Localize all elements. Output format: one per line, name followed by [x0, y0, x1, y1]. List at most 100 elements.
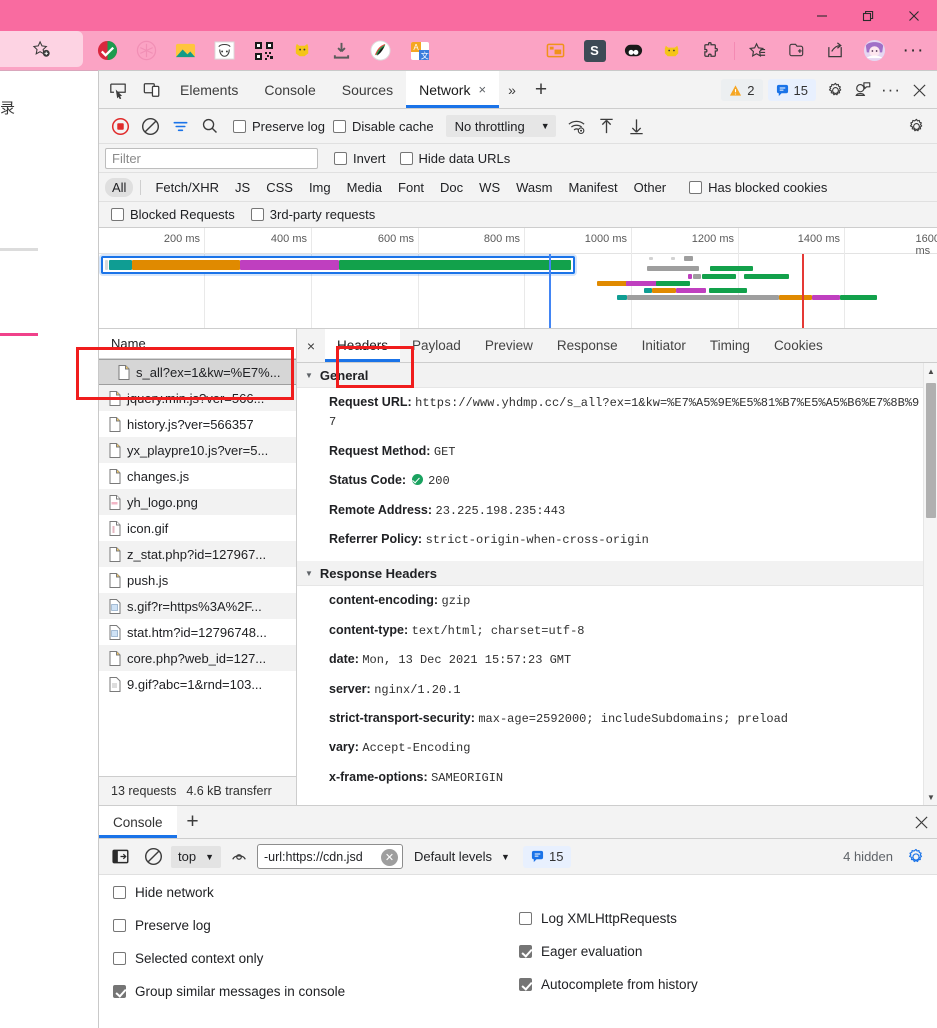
- network-conditions-wifi-icon[interactable]: [562, 112, 592, 140]
- log-levels-dropdown[interactable]: Default levels ▼: [414, 849, 510, 864]
- close-button[interactable]: [891, 0, 937, 31]
- log-xmlhttprequests-checkbox[interactable]: Log XMLHttpRequests: [519, 911, 698, 926]
- response-headers-section-header[interactable]: ▼ Response Headers: [297, 561, 923, 587]
- scrollbar-thumb[interactable]: [926, 383, 936, 518]
- translate-icon[interactable]: A文: [400, 31, 439, 70]
- type-filter-ws[interactable]: WS: [472, 178, 507, 197]
- type-filter-doc[interactable]: Doc: [433, 178, 470, 197]
- restore-button[interactable]: [845, 0, 891, 31]
- invert-checkbox[interactable]: Invert: [334, 151, 386, 166]
- more-options-icon[interactable]: ···: [877, 76, 905, 104]
- minimize-button[interactable]: [799, 0, 845, 31]
- tab-network[interactable]: Network ×: [406, 71, 500, 108]
- close-tab-icon[interactable]: ×: [478, 82, 486, 97]
- flower-circle-icon[interactable]: [127, 31, 166, 70]
- live-expression-eye-icon[interactable]: [224, 843, 254, 871]
- table-row[interactable]: 9.gif?abc=1&rnd=103...: [99, 671, 296, 697]
- qr-code-icon[interactable]: [244, 31, 283, 70]
- settings-gear-icon[interactable]: [821, 76, 849, 104]
- table-row[interactable]: stat.htm?id=12796748...: [99, 619, 296, 645]
- type-filter-other[interactable]: Other: [627, 178, 674, 197]
- type-filter-font[interactable]: Font: [391, 178, 431, 197]
- share-icon[interactable]: [816, 31, 855, 70]
- filter-input[interactable]: Filter: [105, 147, 318, 169]
- preserve-log-checkbox[interactable]: Preserve log: [233, 119, 325, 134]
- group-similar-messages-checkbox[interactable]: Group similar messages in console: [113, 984, 519, 999]
- record-stop-icon[interactable]: [105, 112, 135, 140]
- blocked-requests-checkbox[interactable]: Blocked Requests: [111, 207, 235, 222]
- export-har-arrow-down-icon[interactable]: [622, 112, 652, 140]
- collections-icon[interactable]: [777, 31, 816, 70]
- table-row[interactable]: core.php?web_id=127...: [99, 645, 296, 671]
- disable-cache-checkbox[interactable]: Disable cache: [332, 119, 434, 134]
- table-row[interactable]: s.gif?r=https%3A%2F...: [99, 593, 296, 619]
- message-badge[interactable]: 15: [767, 79, 816, 101]
- tab-elements[interactable]: Elements: [167, 71, 251, 108]
- table-row[interactable]: push.js: [99, 567, 296, 593]
- type-filter-js[interactable]: JS: [228, 178, 257, 197]
- customize-devtools-icon[interactable]: [849, 76, 877, 104]
- profile-avatar[interactable]: [855, 31, 894, 70]
- general-section-header[interactable]: ▼ General: [297, 363, 923, 388]
- search-icon[interactable]: [195, 112, 225, 140]
- preserve-log-checkbox[interactable]: Preserve log: [113, 918, 519, 933]
- throttling-dropdown[interactable]: No throttling ▼: [445, 115, 556, 137]
- import-har-arrow-up-icon[interactable]: [592, 112, 622, 140]
- tab-timing[interactable]: Timing: [698, 329, 762, 362]
- network-overview-timeline[interactable]: 200 ms 400 ms 600 ms 800 ms 1000 ms 1200…: [99, 228, 937, 329]
- tab-sources[interactable]: Sources: [329, 71, 406, 108]
- type-filter-media[interactable]: Media: [340, 178, 389, 197]
- clear-input-icon[interactable]: ✕: [381, 849, 398, 866]
- close-detail-icon[interactable]: ×: [297, 329, 325, 363]
- clear-circle-slash-icon[interactable]: [135, 112, 165, 140]
- settings-gear-icon[interactable]: [901, 112, 931, 140]
- close-drawer-icon[interactable]: [914, 806, 929, 839]
- table-row[interactable]: yh_logo.png: [99, 489, 296, 515]
- console-sidebar-icon[interactable]: [105, 843, 135, 871]
- tab-preview[interactable]: Preview: [473, 329, 545, 362]
- tab-payload[interactable]: Payload: [400, 329, 473, 362]
- cat2-icon[interactable]: [653, 31, 692, 70]
- plus-icon[interactable]: +: [177, 806, 209, 838]
- tab-headers[interactable]: Headers: [325, 329, 401, 362]
- hide-network-checkbox[interactable]: Hide network: [113, 885, 519, 900]
- eager-evaluation-checkbox[interactable]: Eager evaluation: [519, 944, 698, 959]
- tab-console[interactable]: Console: [251, 71, 328, 108]
- console-filter-input[interactable]: -url:https://cdn.jsd ✕: [257, 844, 403, 869]
- type-filter-fetch-xhr[interactable]: Fetch/XHR: [148, 178, 226, 197]
- execution-context-dropdown[interactable]: top ▼: [171, 845, 221, 868]
- add-favorite-button[interactable]: [0, 31, 83, 67]
- chevron-double-right-icon[interactable]: »: [499, 74, 525, 106]
- has-blocked-cookies-checkbox[interactable]: Has blocked cookies: [689, 180, 827, 195]
- scroll-up-arrow-icon[interactable]: ▲: [924, 363, 937, 379]
- table-row[interactable]: changes.js: [99, 463, 296, 489]
- table-row[interactable]: s_all?ex=1&kw=%E7%...: [99, 359, 296, 385]
- filter-icon[interactable]: [165, 112, 195, 140]
- type-filter-manifest[interactable]: Manifest: [561, 178, 624, 197]
- more-icon[interactable]: ···: [894, 31, 933, 70]
- favorites-icon[interactable]: [738, 31, 777, 70]
- anime-face-icon[interactable]: [205, 31, 244, 70]
- scroll-down-arrow-icon[interactable]: ▼: [924, 789, 937, 805]
- clear-console-icon[interactable]: [138, 843, 168, 871]
- plus-icon[interactable]: +: [525, 74, 557, 106]
- cat-icon[interactable]: [283, 31, 322, 70]
- warning-badge[interactable]: 2: [721, 79, 763, 101]
- type-filter-wasm[interactable]: Wasm: [509, 178, 559, 197]
- colorful-pen-icon[interactable]: [361, 31, 400, 70]
- s-extension-icon[interactable]: S: [575, 31, 614, 70]
- console-message-badge[interactable]: 15: [522, 845, 572, 868]
- close-devtools-icon[interactable]: [905, 76, 933, 104]
- third-party-requests-checkbox[interactable]: 3rd-party requests: [250, 207, 375, 222]
- settings-gear-icon[interactable]: [905, 846, 927, 868]
- tab-initiator[interactable]: Initiator: [630, 329, 698, 362]
- download-icon[interactable]: [322, 31, 361, 70]
- puzzle-icon[interactable]: [692, 31, 731, 70]
- panda-icon[interactable]: [614, 31, 653, 70]
- device-toolbar-icon[interactable]: [137, 75, 167, 105]
- table-row[interactable]: yx_playpre10.js?ver=5...: [99, 437, 296, 463]
- type-filter-img[interactable]: Img: [302, 178, 338, 197]
- picture-in-picture-icon[interactable]: [536, 31, 575, 70]
- selected-context-only-checkbox[interactable]: Selected context only: [113, 951, 519, 966]
- inspect-element-icon[interactable]: [103, 75, 133, 105]
